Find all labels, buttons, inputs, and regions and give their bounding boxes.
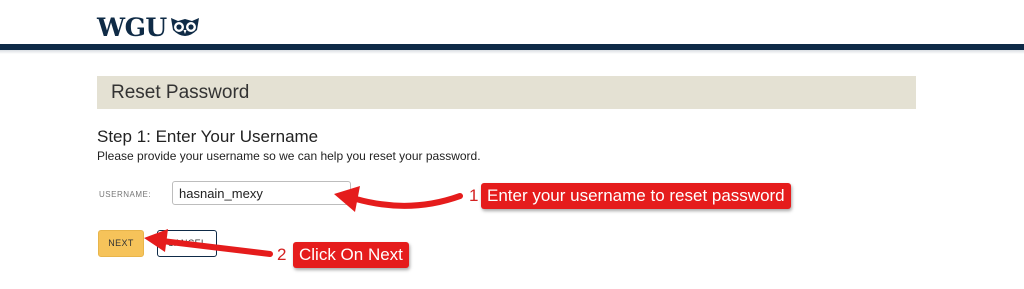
- page-title: Reset Password: [111, 82, 250, 103]
- arrow-to-username: [353, 193, 463, 209]
- annotation-number-1: 1: [469, 186, 479, 205]
- username-input[interactable]: [172, 181, 351, 205]
- wgu-logo[interactable]: WGU: [97, 14, 200, 42]
- reset-password-panel-header: Reset Password: [97, 76, 916, 109]
- header-shadow: [0, 50, 1024, 54]
- annotation-callout-2: Click On Next: [293, 242, 409, 268]
- cancel-button[interactable]: CANCEL: [157, 230, 217, 257]
- owl-icon: [170, 16, 200, 40]
- next-button[interactable]: NEXT: [98, 230, 144, 257]
- site-header: WGU: [0, 0, 1024, 44]
- logo-text: WGU: [97, 13, 167, 42]
- annotation-number-2: 2: [277, 245, 287, 264]
- step-heading: Step 1: Enter Your Username: [97, 127, 319, 146]
- annotation-callout-1: Enter your username to reset password: [481, 183, 791, 209]
- step-description: Please provide your username so we can h…: [97, 149, 481, 163]
- username-label: USERNAME:: [99, 190, 152, 199]
